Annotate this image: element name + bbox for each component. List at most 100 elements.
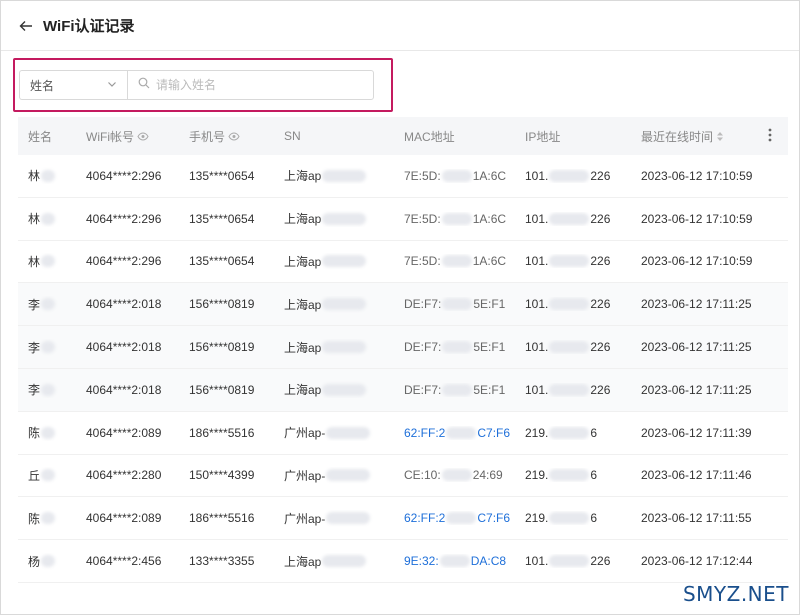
cell-phone: 186****5516 xyxy=(189,425,255,440)
eye-icon[interactable] xyxy=(137,131,149,141)
redacted-blur xyxy=(41,383,56,396)
cell-phone: 135****0654 xyxy=(189,168,255,183)
cell-wifi-account: 4064****2:018 xyxy=(86,340,162,355)
table-row[interactable]: 李 4064****2:018 156****0819 上海ap DE:F7: 5… xyxy=(18,283,788,327)
redacted-blur xyxy=(549,212,590,225)
redacted-blur xyxy=(322,212,367,225)
cell-sn: 广州ap- xyxy=(274,424,394,441)
cell-ip: 101. 226 xyxy=(525,211,611,226)
table-row[interactable]: 丘 4064****2:280 150****4399 广州ap- CE:10:… xyxy=(18,455,788,498)
cell-last-online: 2023-06-12 17:11:39 xyxy=(641,425,752,440)
redacted-blur xyxy=(441,212,472,225)
cell-ip: 219. 6 xyxy=(525,468,598,483)
table-row[interactable]: 李 4064****2:018 156****0819 上海ap DE:F7: 5… xyxy=(18,326,788,369)
cell-sn: 上海ap xyxy=(274,553,394,570)
cell-wifi-account: 4064****2:018 xyxy=(86,297,162,312)
cell-wifi-account: 4064****2:296 xyxy=(86,254,162,269)
redacted-blur xyxy=(41,341,56,354)
redacted-blur xyxy=(549,169,590,182)
table-row[interactable]: 杨 4064****2:456 133****3355 上海ap 9E:32: D… xyxy=(18,540,788,583)
arrow-left-icon[interactable] xyxy=(19,18,35,34)
col-header-time[interactable]: 最近在线时间 xyxy=(631,128,788,145)
cell-ip: 101. 226 xyxy=(525,382,611,397)
redacted-blur xyxy=(439,555,470,568)
cell-name: 丘 xyxy=(18,467,76,484)
cell-phone: 135****0654 xyxy=(189,254,255,269)
name-search-field[interactable] xyxy=(127,70,374,100)
redacted-blur xyxy=(549,255,590,268)
cell-ip: 101. 226 xyxy=(525,554,611,569)
redacted-blur xyxy=(549,512,590,525)
redacted-blur xyxy=(322,341,367,354)
redacted-blur xyxy=(322,555,367,568)
table-row[interactable]: 林 4064****2:296 135****0654 上海ap 7E:5D: 1… xyxy=(18,198,788,241)
redacted-blur xyxy=(41,169,56,182)
redacted-blur xyxy=(41,298,56,311)
cell-wifi-account: 4064****2:296 xyxy=(86,168,162,183)
redacted-blur xyxy=(442,341,473,354)
cell-name: 陈 xyxy=(18,510,76,527)
redacted-blur xyxy=(441,469,472,482)
cell-ip: 101. 226 xyxy=(525,340,611,355)
redacted-blur xyxy=(446,512,477,525)
col-header-ip: IP地址 xyxy=(525,129,561,144)
sort-icon[interactable] xyxy=(716,131,724,142)
cell-mac: DE:F7: 5E:F1 xyxy=(404,382,506,397)
redacted-blur xyxy=(41,426,56,439)
filter-field-select[interactable]: 姓名 xyxy=(19,70,127,100)
cell-name: 林 xyxy=(18,253,76,270)
cell-name: 李 xyxy=(18,381,76,398)
cell-sn: 上海ap xyxy=(274,381,394,398)
cell-last-online: 2023-06-12 17:10:59 xyxy=(641,168,753,183)
table-header: 姓名 WiFi帐号 手机号 SN MAC地址 IP地址 最近在线时间 xyxy=(18,117,788,155)
cell-mac: DE:F7: 5E:F1 xyxy=(404,297,506,312)
cell-name: 陈 xyxy=(18,424,76,441)
cell-sn: 上海ap xyxy=(274,210,394,227)
table-row[interactable]: 陈 4064****2:089 186****5516 广州ap- 62:FF:… xyxy=(18,412,788,455)
redacted-blur xyxy=(326,426,371,439)
cell-last-online: 2023-06-12 17:10:59 xyxy=(641,254,753,269)
cell-name: 林 xyxy=(18,210,76,227)
table-row[interactable]: 林 4064****2:296 135****0654 上海ap 7E:5D: 1… xyxy=(18,155,788,198)
cell-name: 杨 xyxy=(18,553,76,570)
cell-mac: CE:10: 24:69 xyxy=(404,468,503,483)
eye-icon[interactable] xyxy=(228,131,240,141)
col-header-phone: 手机号 xyxy=(179,128,274,145)
table-row[interactable]: 陈 4064****2:089 186****5516 广州ap- 62:FF:… xyxy=(18,497,788,541)
col-header-name: 姓名 xyxy=(28,129,53,144)
table-row[interactable]: 林 4064****2:296 135****0654 上海ap 7E:5D: 1… xyxy=(18,241,788,284)
wifi-auth-page: WiFi认证记录 姓名 姓名 WiFi帐号 手机号 xyxy=(0,0,800,615)
redacted-blur xyxy=(322,298,367,311)
cell-name: 林 xyxy=(18,167,76,184)
cell-mac: 62:FF:2 C7:F6 xyxy=(404,511,511,526)
redacted-blur xyxy=(446,426,477,439)
col-header-wifi: WiFi帐号 xyxy=(76,128,179,145)
cell-last-online: 2023-06-12 17:11:25 xyxy=(641,297,752,312)
cell-last-online: 2023-06-12 17:11:55 xyxy=(641,511,752,526)
cell-wifi-account: 4064****2:296 xyxy=(86,211,162,226)
cell-wifi-account: 4064****2:280 xyxy=(86,468,162,483)
page-header: WiFi认证记录 xyxy=(1,1,799,51)
redacted-blur xyxy=(549,341,590,354)
col-header-sn: SN xyxy=(284,129,301,143)
redacted-blur xyxy=(549,469,590,482)
cell-mac: 7E:5D: 1A:6C xyxy=(404,254,507,269)
cell-mac: 7E:5D: 1A:6C xyxy=(404,168,507,183)
cell-sn: 上海ap xyxy=(274,253,394,270)
redacted-blur xyxy=(41,469,56,482)
cell-ip: 101. 226 xyxy=(525,168,611,183)
redacted-blur xyxy=(549,298,590,311)
cell-sn: 广州ap- xyxy=(274,467,394,484)
kebab-menu-icon[interactable] xyxy=(768,128,772,145)
cell-mac: 62:FF:2 C7:F6 xyxy=(404,425,511,440)
cell-name: 李 xyxy=(18,296,76,313)
redacted-blur xyxy=(41,555,56,568)
table-row[interactable]: 李 4064****2:018 156****0819 上海ap DE:F7: 5… xyxy=(18,368,788,412)
cell-wifi-account: 4064****2:089 xyxy=(86,511,162,526)
redacted-blur xyxy=(326,512,371,525)
cell-sn: 上海ap xyxy=(274,167,394,184)
cell-last-online: 2023-06-12 17:11:25 xyxy=(641,382,752,397)
search-input[interactable] xyxy=(156,78,356,92)
redacted-blur xyxy=(549,426,590,439)
cell-last-online: 2023-06-12 17:10:59 xyxy=(641,211,753,226)
